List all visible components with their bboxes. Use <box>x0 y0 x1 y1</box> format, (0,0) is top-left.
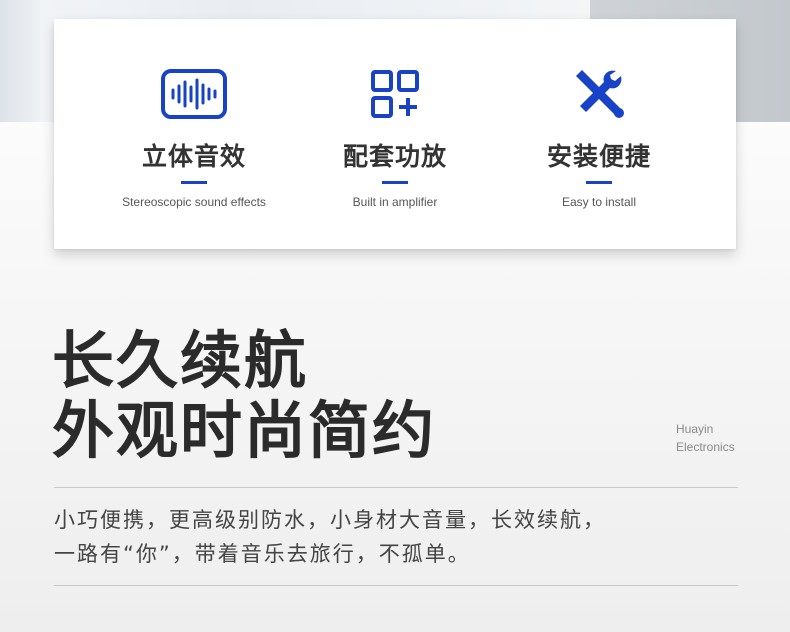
grid-plus-icon <box>360 67 430 121</box>
feature-subtitle: Built in amplifier <box>352 195 438 209</box>
brand-line-1: Huayin <box>676 422 714 436</box>
headline-line-1: 长久续航 <box>52 324 309 397</box>
accent-bar <box>382 181 408 184</box>
tools-icon <box>564 67 634 121</box>
feature-title: 安装便捷 <box>546 142 651 171</box>
accent-bar <box>586 181 612 184</box>
description: 小巧便携，更高级别防水，小身材大音量，长效续航， 一路有“你”，带着音乐去旅行，… <box>54 503 606 571</box>
accent-bar <box>181 181 207 184</box>
divider-top <box>54 487 738 488</box>
description-line-2: 一路有“你”，带着音乐去旅行，不孤单。 <box>54 542 471 566</box>
features-card: 立体音效 Stereoscopic sound effects 配套功放 Bui… <box>54 19 736 249</box>
sound-wave-icon <box>159 67 229 121</box>
feature-subtitle: Stereoscopic sound effects <box>122 195 266 209</box>
header-background-edge <box>0 0 40 122</box>
divider-bottom <box>54 585 738 586</box>
brand-line-2: Electronics <box>676 440 735 454</box>
feature-title: 立体音效 <box>141 142 246 171</box>
description-line-1: 小巧便携，更高级别防水，小身材大音量，长效续航， <box>54 508 606 532</box>
feature-subtitle: Easy to install <box>561 195 637 209</box>
brand-label: Huayin Electronics <box>676 420 735 456</box>
headline-line-2: 外观时尚简约 <box>52 394 437 467</box>
feature-title: 配套功放 <box>342 142 447 171</box>
